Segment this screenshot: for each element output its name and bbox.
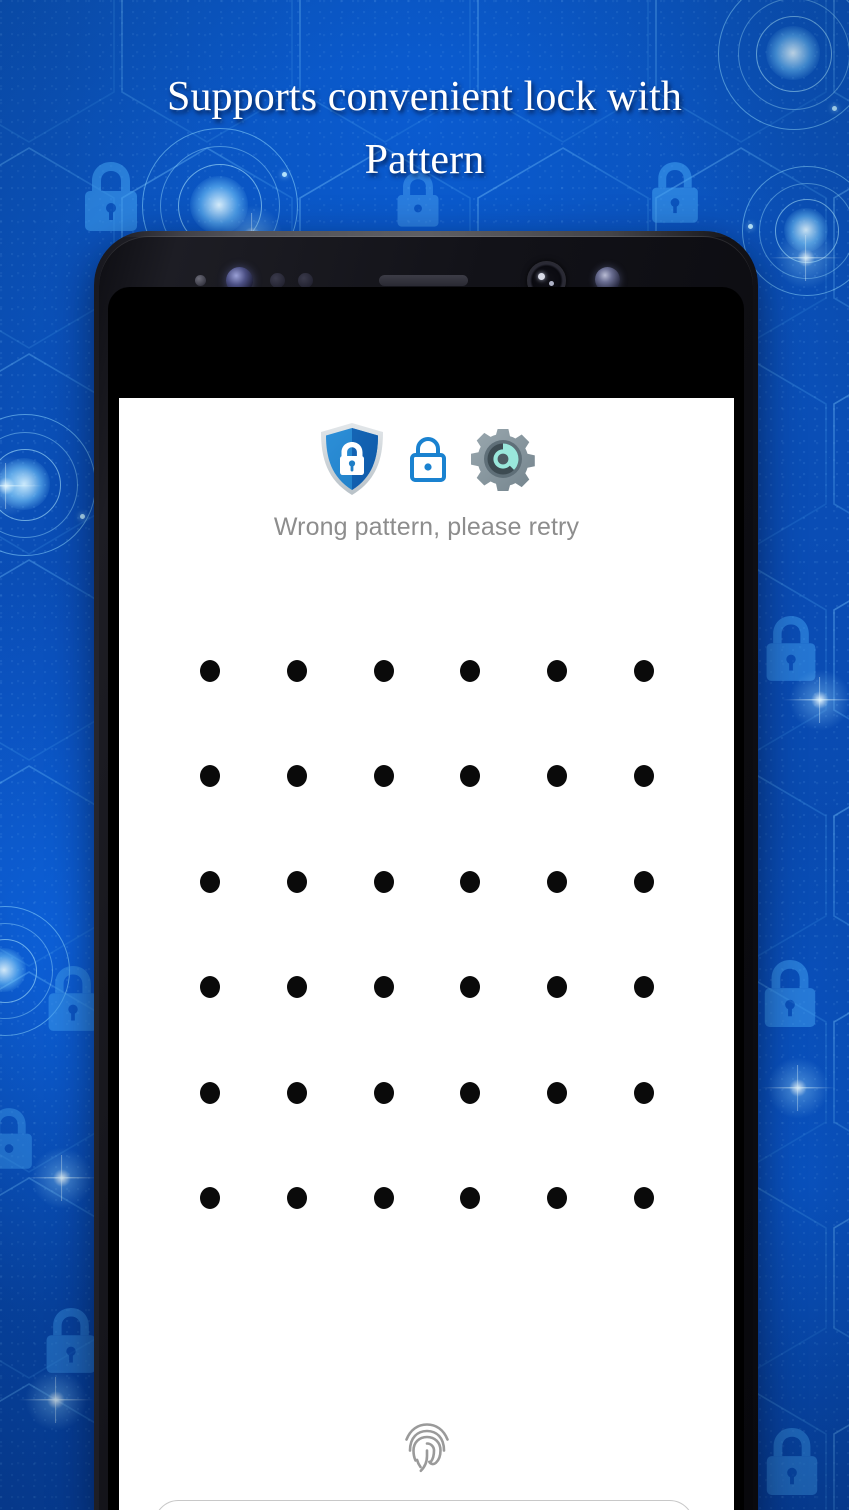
pattern-dot[interactable] [460,1081,481,1104]
pattern-dot[interactable] [633,765,654,788]
earpiece-speaker [379,275,468,286]
shield-lock-icon [319,422,385,496]
pattern-dot[interactable] [286,1081,307,1104]
pattern-dot[interactable] [546,1187,567,1210]
pattern-dot[interactable] [200,1187,221,1210]
app-screen: Wrong pattern, please retry [119,398,734,1510]
pattern-dot[interactable] [373,765,394,788]
pattern-dot[interactable] [546,976,567,999]
pattern-lock-grid[interactable] [167,618,687,1251]
pattern-dot[interactable] [373,1081,394,1104]
pattern-dot[interactable] [546,659,567,682]
pattern-dot[interactable] [373,976,394,999]
pattern-dot[interactable] [286,765,307,788]
pattern-dot[interactable] [633,659,654,682]
phone-mockup: Wrong pattern, please retry [94,231,758,1510]
pattern-dot[interactable] [633,1187,654,1210]
pattern-dot[interactable] [286,659,307,682]
padlock-icon [407,434,449,484]
pattern-dot[interactable] [200,659,221,682]
pattern-dot[interactable] [286,870,307,893]
pattern-dot[interactable] [373,1187,394,1210]
pattern-dot[interactable] [546,1081,567,1104]
app-icon-row [119,422,734,496]
pattern-dot[interactable] [546,870,567,893]
sensor-dot-icon [298,273,313,288]
unlock-mode-select[interactable]: Unlock for this time [154,1500,694,1510]
error-message: Wrong pattern, please retry [273,513,580,541]
fingerprint-icon[interactable] [401,1420,453,1478]
pattern-dot[interactable] [460,976,481,999]
proximity-sensor-icon [195,275,206,286]
pattern-dot[interactable] [633,976,654,999]
pattern-dot[interactable] [200,765,221,788]
pattern-dot[interactable] [546,765,567,788]
screenshot-root: Supports convenient lock with Pattern Wr… [0,0,849,1510]
pattern-dot[interactable] [286,976,307,999]
pattern-dot[interactable] [460,659,481,682]
pattern-dot[interactable] [200,976,221,999]
page-title-line1: Supports convenient lock with [166,74,682,120]
pattern-dot[interactable] [200,1081,221,1104]
pattern-dot[interactable] [460,870,481,893]
pattern-dot[interactable] [200,870,221,893]
pattern-dot[interactable] [286,1187,307,1210]
page-title: Supports convenient lock with Pattern [0,66,849,192]
pattern-dot[interactable] [633,1081,654,1104]
phone-bezel-highlight [94,231,758,237]
pattern-dot[interactable] [460,765,481,788]
gear-icon [470,427,535,491]
sensor-dot-icon [270,273,285,288]
page-title-line2: Pattern [364,137,485,183]
pattern-dot[interactable] [373,870,394,893]
pattern-dot[interactable] [460,1187,481,1210]
pattern-dot[interactable] [373,659,394,682]
pattern-dot[interactable] [633,870,654,893]
